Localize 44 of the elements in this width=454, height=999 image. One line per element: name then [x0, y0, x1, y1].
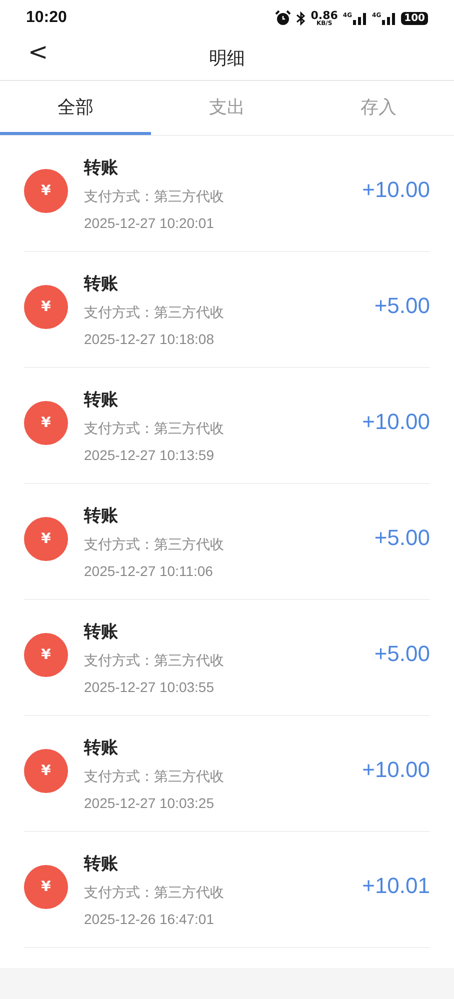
- payment-method: 支付方式：第三方代收: [84, 652, 225, 670]
- alarm-icon: [274, 10, 291, 26]
- record-time: 2025-12-26 16:47:01: [84, 911, 215, 927]
- yuan-icon: ¥: [24, 400, 68, 444]
- page-title: 明细: [209, 47, 245, 70]
- record-title: 转账: [84, 157, 119, 179]
- record-title: 转账: [84, 737, 119, 759]
- payment-method: 支付方式：第三方代收: [84, 420, 225, 438]
- yuan-icon: ¥: [24, 864, 68, 908]
- yuan-icon: ¥: [24, 516, 68, 560]
- network-speed: 0.86: [310, 10, 338, 20]
- record-time: 2025-12-27 10:18:08: [84, 331, 215, 347]
- record-amount: +5.00: [374, 524, 430, 550]
- payment-method: 支付方式：第三方代收: [84, 536, 225, 554]
- payment-method: 支付方式：第三方代收: [84, 188, 225, 206]
- record-amount: +10.00: [362, 756, 430, 782]
- battery-level: 100: [401, 12, 428, 24]
- yuan-icon: ¥: [24, 284, 68, 328]
- record-time: 2025-12-27 10:03:25: [84, 795, 215, 811]
- record-amount: +5.00: [374, 292, 430, 318]
- record-time: 2025-12-27 10:13:59: [84, 447, 215, 463]
- record-title: 转账: [84, 273, 119, 295]
- record-title: 转账: [84, 621, 119, 643]
- back-button[interactable]: <: [22, 38, 54, 66]
- record-time: 2025-12-27 10:11:06: [84, 563, 214, 579]
- record-amount: +5.00: [374, 640, 430, 666]
- payment-method: 支付方式：第三方代收: [84, 884, 225, 902]
- record-time: 2025-12-27 10:03:55: [84, 679, 215, 695]
- yuan-icon: ¥: [24, 168, 68, 212]
- signal-icon: [382, 12, 396, 24]
- record-title: 转账: [84, 853, 119, 875]
- status-time: 10:20: [26, 9, 67, 27]
- yuan-icon: ¥: [24, 748, 68, 792]
- bluetooth-icon: [296, 10, 306, 26]
- record-amount: +10.00: [362, 176, 430, 202]
- record-amount: +10.01: [362, 872, 430, 898]
- yuan-icon: ¥: [24, 632, 68, 676]
- signal-icon: [353, 12, 368, 24]
- payment-method: 支付方式：第三方代收: [84, 768, 225, 786]
- payment-method: 支付方式：第三方代收: [84, 304, 225, 322]
- record-time: 2025-12-27 10:20:01: [84, 215, 215, 231]
- record-title: 转账: [84, 389, 119, 411]
- record-title: 转账: [84, 505, 119, 527]
- record-amount: +10.00: [362, 408, 430, 434]
